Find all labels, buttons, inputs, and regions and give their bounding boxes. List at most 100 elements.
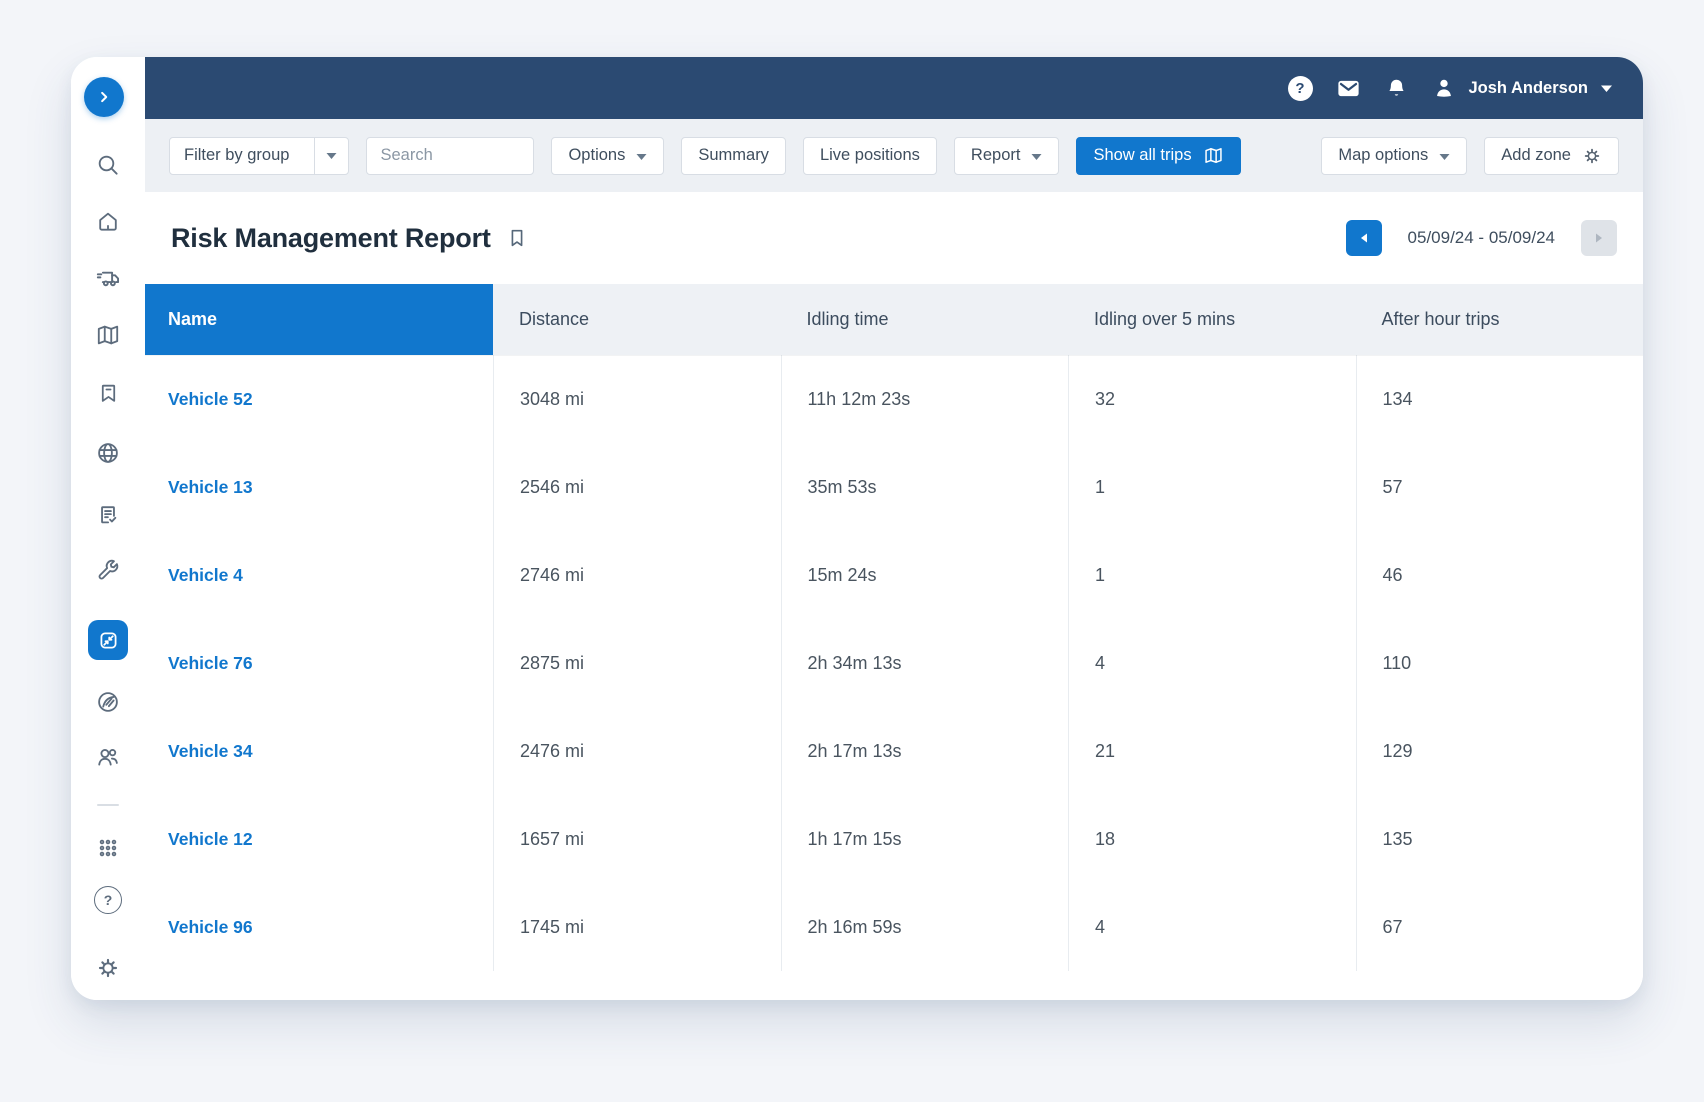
- arrow-left-icon: [1358, 232, 1370, 244]
- help-icon: ?: [94, 886, 122, 914]
- sidebar-item-settings[interactable]: [88, 948, 128, 988]
- show-all-trips-label: Show all trips: [1093, 146, 1191, 165]
- table-cell-after-hour-trips: 135: [1356, 795, 1644, 883]
- table-cell-idling-over-5-mins: 4: [1068, 619, 1356, 707]
- table-cell-name: Vehicle 96: [145, 883, 493, 971]
- table-cell-idling-time: 15m 24s: [781, 531, 1069, 619]
- table-header-row: Name Distance Idling time Idling over 5 …: [145, 284, 1643, 355]
- filter-by-group-button[interactable]: Filter by group: [169, 137, 349, 175]
- bookmark-report-button[interactable]: [506, 227, 528, 249]
- summary-button[interactable]: Summary: [681, 137, 786, 175]
- table-cell-idling-over-5-mins: 32: [1068, 355, 1356, 443]
- table-cell-idling-time: 2h 17m 13s: [781, 707, 1069, 795]
- table-row: Vehicle 42746 mi15m 24s146: [145, 531, 1643, 619]
- summary-label: Summary: [698, 146, 769, 165]
- vehicle-link[interactable]: Vehicle 96: [168, 917, 253, 938]
- live-positions-label: Live positions: [820, 146, 920, 165]
- table-cell-idling-over-5-mins: 21: [1068, 707, 1356, 795]
- sidebar-item-map[interactable]: [88, 315, 128, 355]
- live-positions-button[interactable]: Live positions: [803, 137, 937, 175]
- previous-date-button[interactable]: [1346, 220, 1382, 256]
- table-cell-idling-time: 1h 17m 15s: [781, 795, 1069, 883]
- vehicle-link[interactable]: Vehicle 76: [168, 653, 253, 674]
- sidebar-item-home[interactable]: [88, 202, 128, 242]
- table-cell-distance: 1745 mi: [493, 883, 781, 971]
- vehicle-link[interactable]: Vehicle 12: [168, 829, 253, 850]
- map-icon: [95, 322, 121, 348]
- table-cell-distance: 2546 mi: [493, 443, 781, 531]
- table-cell-after-hour-trips: 110: [1356, 619, 1644, 707]
- table-cell-name: Vehicle 76: [145, 619, 493, 707]
- messages-button[interactable]: [1335, 75, 1362, 102]
- gear-icon: [95, 955, 121, 981]
- sidebar-item-risk-active[interactable]: [88, 620, 128, 660]
- report-button[interactable]: Report: [954, 137, 1060, 175]
- column-header-distance[interactable]: Distance: [493, 284, 781, 355]
- vehicle-link[interactable]: Vehicle 4: [168, 565, 243, 586]
- sidebar-item-places[interactable]: [88, 373, 128, 413]
- search-icon: [95, 152, 121, 178]
- help-button[interactable]: ?: [1288, 76, 1313, 101]
- column-header-idling-over-5-mins[interactable]: Idling over 5 mins: [1068, 284, 1356, 355]
- user-menu[interactable]: Josh Anderson: [1431, 75, 1614, 101]
- sidebar-item-maintenance[interactable]: [88, 550, 128, 590]
- bookmark-icon: [506, 227, 528, 249]
- table-cell-distance: 2746 mi: [493, 531, 781, 619]
- table-row: Vehicle 132546 mi35m 53s157: [145, 443, 1643, 531]
- filter-by-group-label: Filter by group: [170, 138, 303, 174]
- sidebar-item-search[interactable]: [88, 145, 128, 185]
- filter-dropdown-toggle[interactable]: [314, 138, 348, 174]
- vehicle-link[interactable]: Vehicle 52: [168, 389, 253, 410]
- caret-down-icon: [326, 152, 337, 160]
- account-icon: [1431, 75, 1457, 101]
- table-cell-idling-over-5-mins: 1: [1068, 443, 1356, 531]
- sidebar-toggle-button[interactable]: [84, 77, 124, 117]
- table-cell-distance: 2875 mi: [493, 619, 781, 707]
- sidebar-item-eco[interactable]: [88, 682, 128, 722]
- table-body: Vehicle 523048 mi11h 12m 23s32134Vehicle…: [145, 355, 1643, 1000]
- column-header-idling-time[interactable]: Idling time: [781, 284, 1069, 355]
- app-window: ? ? Josh Anderson: [71, 57, 1643, 1000]
- map-options-button[interactable]: Map options: [1321, 137, 1467, 175]
- vehicle-link[interactable]: Vehicle 34: [168, 741, 253, 762]
- sidebar-item-web[interactable]: [88, 433, 128, 473]
- bookmark-icon: [96, 381, 121, 406]
- sidebar-item-apps[interactable]: [88, 828, 128, 868]
- caret-down-icon: [1031, 153, 1042, 161]
- table-cell-idling-over-5-mins: 4: [1068, 883, 1356, 971]
- add-zone-label: Add zone: [1501, 146, 1571, 165]
- table-cell-after-hour-trips: 57: [1356, 443, 1644, 531]
- sidebar-item-reports[interactable]: [88, 495, 128, 535]
- table-cell-after-hour-trips: 67: [1356, 883, 1644, 971]
- date-range-text: 05/09/24 - 05/09/24: [1408, 228, 1555, 248]
- wrench-icon: [95, 557, 121, 583]
- date-range-navigation: 05/09/24 - 05/09/24: [1346, 220, 1617, 256]
- table-cell-after-hour-trips: 46: [1356, 531, 1644, 619]
- column-header-after-hour-trips[interactable]: After hour trips: [1356, 284, 1644, 355]
- leaf-icon: [95, 689, 121, 715]
- add-zone-button[interactable]: Add zone: [1484, 137, 1619, 175]
- toolbar: Filter by group Options Summary L: [145, 119, 1643, 192]
- home-icon: [95, 209, 121, 235]
- table-cell-idling-time: 11h 12m 23s: [781, 355, 1069, 443]
- sidebar-item-vehicles[interactable]: [88, 258, 128, 298]
- column-header-name[interactable]: Name: [145, 284, 493, 355]
- title-row: Risk Management Report 05/09/24 - 05/09/…: [145, 192, 1643, 284]
- notifications-button[interactable]: [1384, 76, 1409, 101]
- page-title: Risk Management Report: [171, 223, 491, 254]
- help-icon: ?: [1288, 76, 1313, 101]
- table-cell-after-hour-trips: 134: [1356, 355, 1644, 443]
- vehicle-link[interactable]: Vehicle 13: [168, 477, 253, 498]
- next-date-button[interactable]: [1581, 220, 1617, 256]
- sidebar-item-users[interactable]: [88, 737, 128, 777]
- show-all-trips-button[interactable]: Show all trips: [1076, 137, 1240, 175]
- table-row: Vehicle 121657 mi1h 17m 15s18135: [145, 795, 1643, 883]
- options-label: Options: [568, 146, 625, 165]
- options-button[interactable]: Options: [551, 137, 664, 175]
- report-check-icon: [95, 502, 121, 528]
- user-name: Josh Anderson: [1469, 79, 1589, 98]
- sidebar-item-help[interactable]: ?: [88, 880, 128, 920]
- search-input[interactable]: [366, 137, 534, 175]
- table-row: Vehicle 961745 mi2h 16m 59s467: [145, 883, 1643, 971]
- table-cell-distance: 2476 mi: [493, 707, 781, 795]
